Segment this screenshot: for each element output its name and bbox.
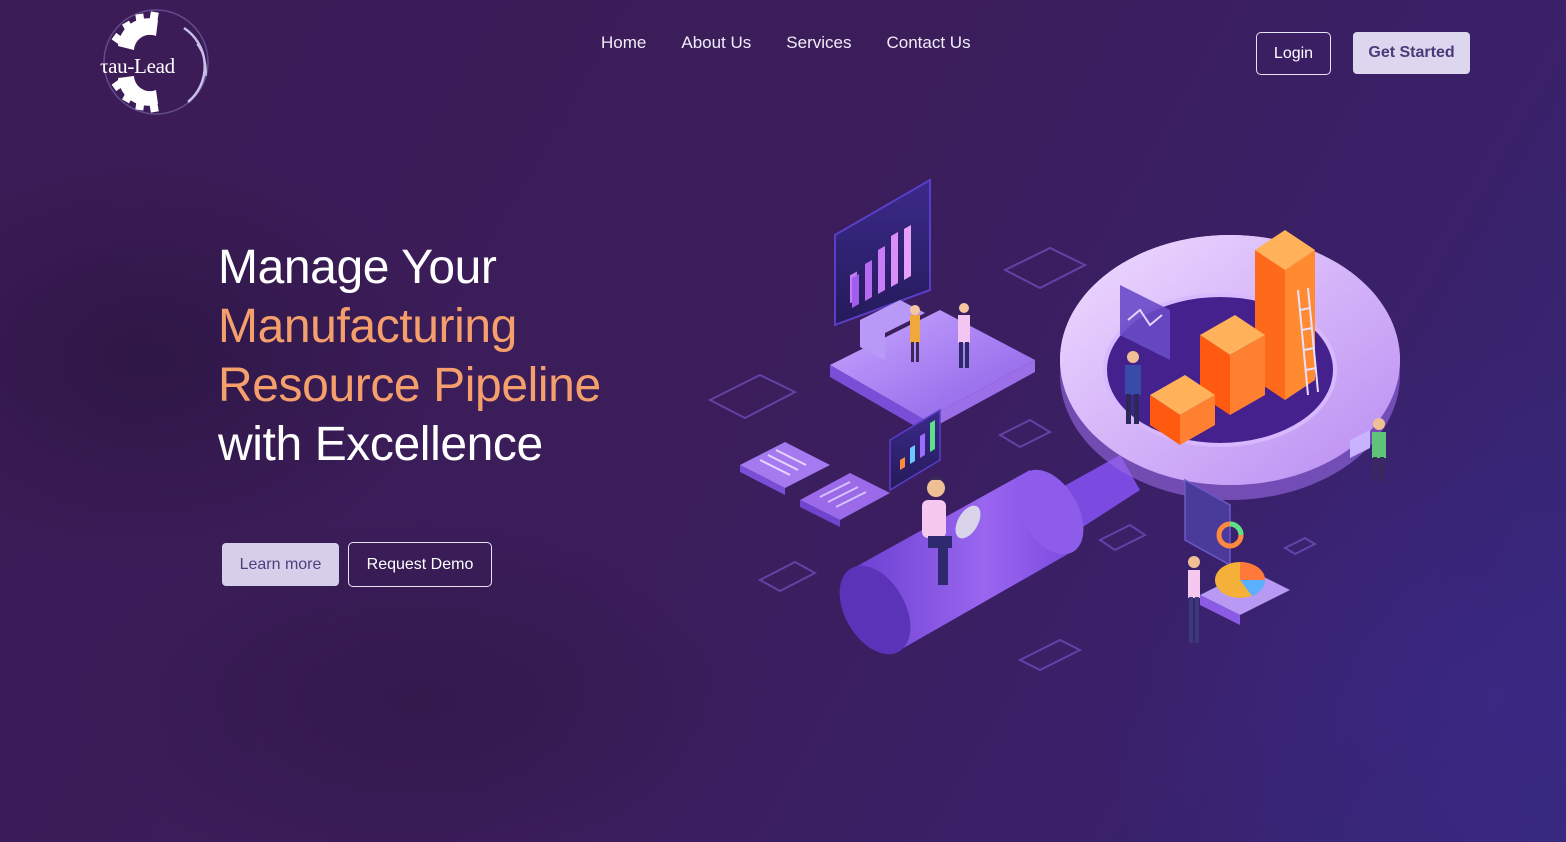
- brand-name: τau-Lead: [100, 54, 175, 78]
- hero-title: Manage Your Manufacturing Resource Pipel…: [218, 238, 698, 474]
- hero-title-line: Manage Your: [218, 241, 497, 294]
- main-nav: Home About Us Services Contact Us: [601, 33, 1006, 53]
- login-button[interactable]: Login: [1256, 32, 1331, 75]
- request-demo-button[interactable]: Request Demo: [348, 542, 492, 587]
- manufacturing-analytics-illustration: [707, 178, 1400, 672]
- hero-title-line: with Excellence: [218, 418, 543, 471]
- nav-contact-us[interactable]: Contact Us: [886, 33, 970, 53]
- nav-about-us[interactable]: About Us: [681, 33, 751, 53]
- learn-more-button[interactable]: Learn more: [222, 543, 339, 586]
- get-started-button[interactable]: Get Started: [1353, 32, 1470, 74]
- hero-title-accent-line: Resource Pipeline: [218, 359, 601, 412]
- hero-illustration: [700, 170, 1420, 690]
- brand-logo[interactable]: τau-Lead: [96, 6, 220, 116]
- nav-services[interactable]: Services: [786, 33, 851, 53]
- nav-home[interactable]: Home: [601, 33, 646, 53]
- hero-title-accent-line: Manufacturing: [218, 300, 517, 353]
